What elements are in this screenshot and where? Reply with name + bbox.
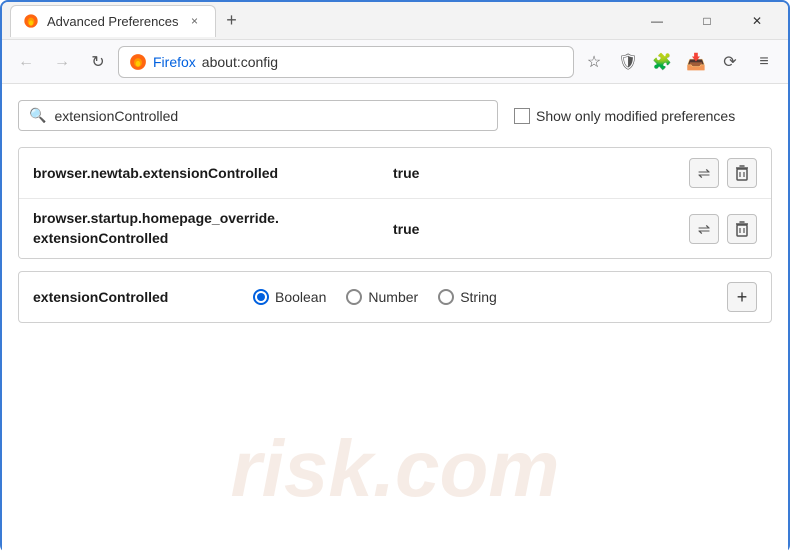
new-tab-button[interactable]: + (218, 7, 246, 35)
delete-button-1[interactable] (727, 158, 757, 188)
window-controls: — □ ✕ (634, 5, 780, 37)
table-row: browser.startup.homepage_override.extens… (19, 199, 771, 258)
show-modified-checkbox[interactable] (514, 108, 530, 124)
watermark: risk.com (230, 423, 559, 515)
shield-icon[interactable]: 🛡 (612, 46, 644, 78)
delete-button-2[interactable] (727, 214, 757, 244)
bookmark-icon[interactable]: ☆ (578, 46, 610, 78)
toolbar-icons: ☆ 🛡 🧩 📥 ⟳ ≡ (578, 46, 780, 78)
main-content: 🔍 Show only modified preferences browser… (2, 84, 788, 555)
search-input[interactable] (54, 108, 487, 124)
search-row: 🔍 Show only modified preferences (18, 100, 772, 131)
close-window-button[interactable]: ✕ (734, 5, 780, 37)
search-field-wrap[interactable]: 🔍 (18, 100, 498, 131)
table-row: browser.newtab.extensionControlled true … (19, 148, 771, 199)
boolean-label: Boolean (275, 289, 326, 305)
type-boolean-option[interactable]: Boolean (253, 289, 326, 305)
row-actions-2: ⇌ (689, 214, 757, 244)
browser-toolbar: ← → ↻ Firefox about:config ☆ 🛡 🧩 📥 ⟳ ≡ (2, 40, 788, 84)
boolean-radio[interactable] (253, 289, 269, 305)
browser-tab[interactable]: Advanced Preferences × (10, 5, 216, 37)
string-label: String (460, 289, 497, 305)
show-modified-filter[interactable]: Show only modified preferences (514, 108, 735, 124)
menu-icon[interactable]: ≡ (748, 46, 780, 78)
results-table: browser.newtab.extensionControlled true … (18, 147, 772, 259)
type-string-option[interactable]: String (438, 289, 497, 305)
number-label: Number (368, 289, 418, 305)
new-pref-name-label: extensionControlled (33, 289, 233, 305)
add-preference-button[interactable]: + (727, 282, 757, 312)
address-url: about:config (202, 54, 278, 70)
search-icon: 🔍 (29, 107, 46, 124)
toggle-button-2[interactable]: ⇌ (689, 214, 719, 244)
address-bar[interactable]: Firefox about:config (118, 46, 574, 78)
type-radio-group: Boolean Number String (253, 289, 707, 305)
pref-name-1: browser.newtab.extensionControlled (33, 165, 393, 181)
new-preference-row: extensionControlled Boolean Number Strin… (18, 271, 772, 323)
number-radio[interactable] (346, 289, 362, 305)
tab-favicon-icon (23, 13, 39, 29)
tab-title: Advanced Preferences (47, 14, 179, 29)
forward-button[interactable]: → (46, 46, 78, 78)
sync-icon[interactable]: ⟳ (714, 46, 746, 78)
pref-value-2: true (393, 221, 689, 237)
firefox-logo-icon (129, 53, 147, 71)
type-number-option[interactable]: Number (346, 289, 418, 305)
show-modified-label: Show only modified preferences (536, 108, 735, 124)
toggle-button-1[interactable]: ⇌ (689, 158, 719, 188)
row-actions-1: ⇌ (689, 158, 757, 188)
minimize-button[interactable]: — (634, 5, 680, 37)
extension-icon[interactable]: 🧩 (646, 46, 678, 78)
trash-icon (735, 221, 749, 237)
back-button[interactable]: ← (10, 46, 42, 78)
pref-name-2: browser.startup.homepage_override.extens… (33, 209, 393, 248)
reload-button[interactable]: ↻ (82, 46, 114, 78)
title-bar: Advanced Preferences × + — □ ✕ (2, 2, 788, 40)
close-tab-button[interactable]: × (187, 13, 203, 29)
maximize-button[interactable]: □ (684, 5, 730, 37)
address-browser-name: Firefox (153, 54, 196, 70)
pref-value-1: true (393, 165, 689, 181)
string-radio[interactable] (438, 289, 454, 305)
download-icon[interactable]: 📥 (680, 46, 712, 78)
trash-icon (735, 165, 749, 181)
